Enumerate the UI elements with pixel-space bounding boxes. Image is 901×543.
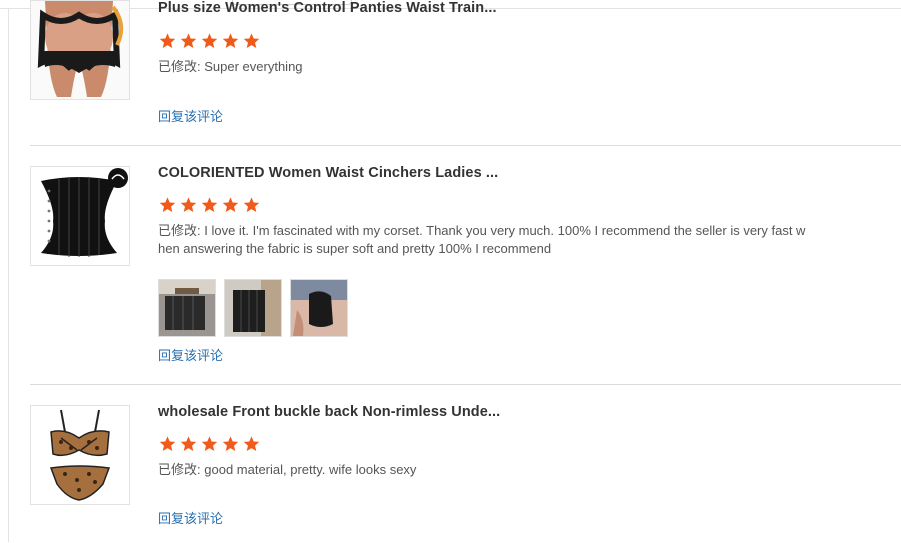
star-icon <box>180 197 197 213</box>
star-icon <box>243 33 260 49</box>
review-photo-2 <box>225 280 281 336</box>
review-item: wholesale Front buckle back Non-rimless … <box>30 384 901 543</box>
star-rating <box>158 32 261 50</box>
reply-link[interactable]: 回复该评论 <box>158 106 223 125</box>
review-photo[interactable] <box>224 279 282 337</box>
star-rating <box>158 196 261 214</box>
star-icon <box>159 33 176 49</box>
leopard-lingerie-image <box>31 406 129 504</box>
modified-label: 已修改: <box>158 59 201 74</box>
star-icon <box>222 197 239 213</box>
review-body: good material, pretty. wife looks sexy <box>204 462 417 477</box>
modified-label: 已修改: <box>158 462 201 477</box>
review-text: 已修改: I love it. I'm fascinated with my c… <box>158 222 808 258</box>
star-icon <box>180 436 197 452</box>
review-item: COLORIENTED Women Waist Cinchers Ladies … <box>30 145 901 384</box>
star-icon <box>201 197 218 213</box>
star-icon <box>243 436 260 452</box>
review-photo[interactable] <box>158 279 216 337</box>
review-photo[interactable] <box>290 279 348 337</box>
review-body: I love it. I'm fascinated with my corset… <box>158 223 806 256</box>
star-icon <box>222 33 239 49</box>
product-thumbnail[interactable] <box>30 166 130 266</box>
star-icon <box>201 33 218 49</box>
star-icon <box>243 197 260 213</box>
product-title[interactable]: Plus size Women's Control Panties Waist … <box>158 0 497 16</box>
review-photos <box>158 279 348 337</box>
product-thumbnail[interactable] <box>30 405 130 505</box>
star-icon <box>159 436 176 452</box>
product-title[interactable]: COLORIENTED Women Waist Cinchers Ladies … <box>158 165 498 181</box>
star-rating <box>158 435 261 453</box>
product-title[interactable]: wholesale Front buckle back Non-rimless … <box>158 404 500 420</box>
review-text: 已修改: Super everything <box>158 58 808 76</box>
star-icon <box>159 197 176 213</box>
review-body: Super everything <box>204 59 303 74</box>
star-icon <box>201 436 218 452</box>
review-item: Plus size Women's Control Panties Waist … <box>30 0 901 144</box>
left-border <box>8 8 9 542</box>
review-text: 已修改: good material, pretty. wife looks s… <box>158 461 808 479</box>
panties-product-image <box>31 1 129 99</box>
star-icon <box>222 436 239 452</box>
reply-link[interactable]: 回复该评论 <box>158 508 223 527</box>
corset-product-image <box>31 167 129 265</box>
review-photo-3 <box>291 280 347 336</box>
review-photo-1 <box>159 280 215 336</box>
product-thumbnail[interactable] <box>30 0 130 100</box>
reply-link[interactable]: 回复该评论 <box>158 345 223 364</box>
modified-label: 已修改: <box>158 223 201 238</box>
star-icon <box>180 33 197 49</box>
